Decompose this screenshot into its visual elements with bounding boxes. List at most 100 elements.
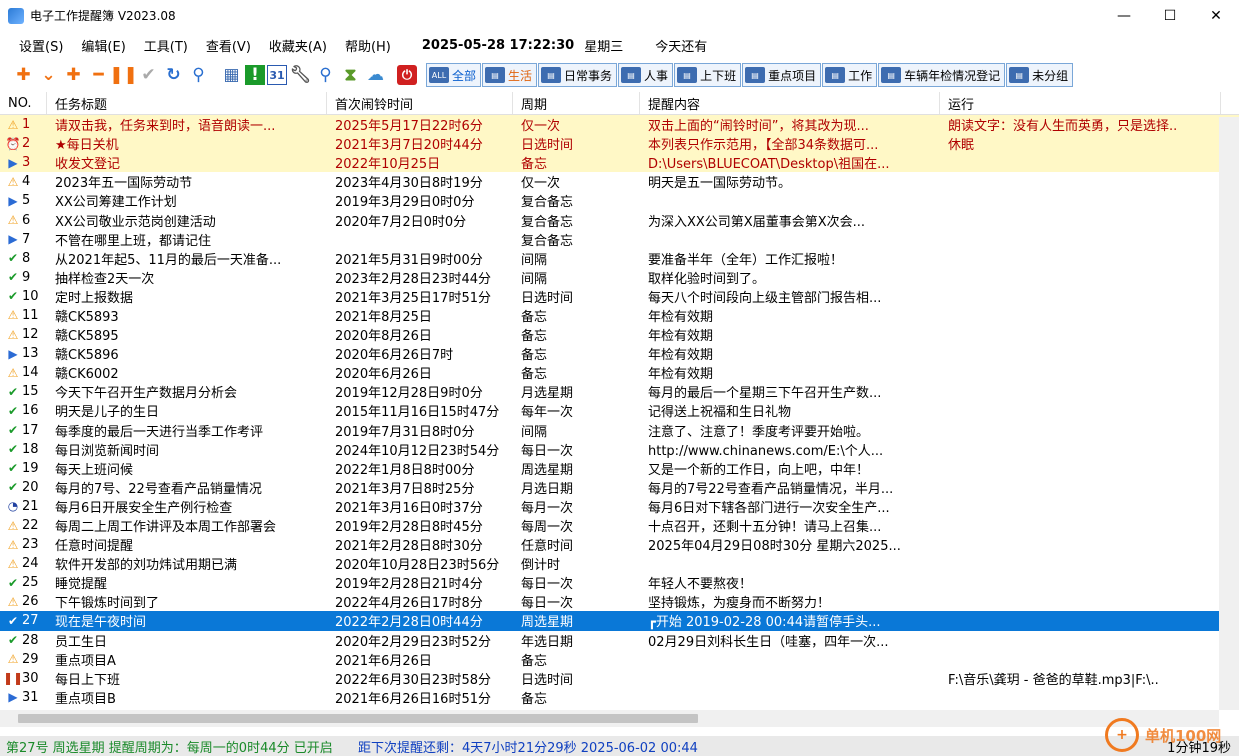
group-ungrouped-button[interactable]: ▤ 未分组 bbox=[1006, 63, 1074, 87]
cell-content: 年检有效期 bbox=[648, 329, 714, 345]
close-button[interactable]: ✕ bbox=[1193, 0, 1239, 31]
task-list: ⚠ 1 请双击我，任务来到时，语音朗读一... 2025年5月17日22时6分 仅一次双… bbox=[0, 115, 1239, 710]
table-row[interactable]: ✔ 16 明天是儿子的生日 2015年11月16日15时47分 每年一次 记得送上祝福和生… bbox=[0, 401, 1239, 420]
table-row[interactable]: ⚠ 14 赣CK6002 2020年6月26日 备忘 年检有效期 bbox=[0, 363, 1239, 382]
table-row[interactable]: ⚠ 23 任意时间提醒 2021年2月28日8时30分 任意时间 2025年04月29日0… bbox=[0, 535, 1239, 554]
table-row[interactable]: ⚠ 29 重点项目A 2021年6月26日 备忘 bbox=[0, 650, 1239, 669]
cell-no: ✔ 15 bbox=[0, 384, 47, 399]
group-all-button[interactable]: ALL 全部 bbox=[426, 63, 482, 87]
table-row[interactable]: ✔ 20 每月的7号、22号查看产品销量情况 2021年3月7日8时25分 月选日期 每月… bbox=[0, 478, 1239, 497]
group-label: 未分组 bbox=[1032, 68, 1069, 83]
cell-no: ✔ 8 bbox=[0, 251, 47, 266]
play-icon: ▶ bbox=[8, 155, 18, 170]
row-number: 20 bbox=[22, 479, 39, 495]
cell-run: F:\音乐\龚玥 - 爸爸的草鞋.mp3|F:\.. bbox=[948, 672, 1159, 688]
cell-content: 2025年04月29日08时30分 星期六2025... bbox=[648, 539, 901, 555]
play-icon: ▶ bbox=[8, 193, 18, 208]
cell-time: 2021年6月26日16时51分 bbox=[335, 691, 491, 707]
group-icon: ▤ bbox=[485, 67, 506, 83]
month-calendar-icon[interactable]: 31 bbox=[267, 65, 287, 85]
row-number: 3 bbox=[22, 155, 31, 171]
table-row[interactable]: ⏰ 2 ★每日关机 2021年3月7日20时44分 日选时间 本列表只作示范用，【全部34… bbox=[0, 134, 1239, 154]
table-row[interactable]: ▶ 3 收发文登记 2022年10月25日 备忘 D:\Users\BLUECOAT\De… bbox=[0, 153, 1239, 173]
down-arrow-icon[interactable]: ⌄ bbox=[37, 64, 60, 87]
group-hr-button[interactable]: ▤ 人事 bbox=[618, 63, 674, 87]
column-header-run[interactable]: 运行 bbox=[940, 92, 1221, 114]
maximize-button[interactable]: ☐ bbox=[1147, 0, 1193, 31]
toolbar: ✚ ⌄ ✚ ━ ❚❚ ✔ ↻ ⚲ ▦ ! 31 🔧︎ ⚲ ⧗ ☁ ⏻ ALL 全部… bbox=[0, 60, 1239, 90]
cell-title: 赣CK6002 bbox=[55, 367, 119, 383]
hourglass-icon[interactable]: ⧗ bbox=[339, 64, 362, 87]
cell-cycle: 备忘 bbox=[521, 309, 548, 325]
scrollbar-thumb[interactable] bbox=[18, 714, 698, 723]
table-row[interactable]: ✔ 27 现在是午夜时间 2022年2月28日0时44分 周选星期 ┏开始 2019-02… bbox=[0, 611, 1239, 631]
table-row[interactable]: ⚠ 1 请双击我，任务来到时，语音朗读一... 2025年5月17日22时6分 仅一次 双… bbox=[0, 115, 1239, 135]
table-row[interactable]: ✔ 18 每日浏览新闻时间 2024年10月12日23时54分 每日一次 http://w… bbox=[0, 440, 1239, 459]
table-row[interactable]: ✔ 17 每季度的最后一天进行当季工作考评 2019年7月31日8时0分 间隔 注意了、注… bbox=[0, 421, 1239, 440]
table-row[interactable]: ✔ 19 每天上班问候 2022年1月8日8时00分 周选星期 又是一个新的工作日，向上吧… bbox=[0, 459, 1239, 478]
cell-cycle: 日选时间 bbox=[521, 290, 574, 306]
menu-help[interactable]: 帮助(H) bbox=[336, 36, 400, 55]
search-icon[interactable]: ⚲ bbox=[187, 64, 210, 87]
table-row[interactable]: ⚠ 11 赣CK5893 2021年8月25日 备忘 年检有效期 bbox=[0, 306, 1239, 325]
group-label: 日常事务 bbox=[564, 68, 613, 83]
cell-cycle: 日选时间 bbox=[521, 138, 574, 154]
menu-tools[interactable]: 工具(T) bbox=[135, 36, 197, 55]
menu-view[interactable]: 查看(V) bbox=[197, 36, 260, 55]
wrench-icon[interactable]: 🔧︎ bbox=[289, 64, 312, 87]
pause-icon[interactable]: ❚❚ bbox=[109, 64, 138, 87]
group-daily-button[interactable]: ▤ 日常事务 bbox=[538, 63, 618, 87]
table-row[interactable]: ▶ 13 赣CK5896 2020年6月26日7时 备忘 年检有效期 bbox=[0, 344, 1239, 363]
cell-time: 2020年8月26日 bbox=[335, 329, 432, 345]
table-row[interactable]: ⚠ 26 下午锻炼时间到了 2022年4月26日17时8分 每日一次 坚持锻炼，为瘦身而不… bbox=[0, 592, 1239, 611]
row-number: 11 bbox=[22, 307, 39, 323]
table-row[interactable]: ✔ 15 今天下午召开生产数据月分析会 2019年12月28日9时0分 月选星期 每月的最… bbox=[0, 382, 1239, 401]
column-header-time[interactable]: 首次闹铃时间 bbox=[327, 92, 513, 114]
group-vehicle-button[interactable]: ▤ 车辆年检情况登记 bbox=[878, 63, 1006, 87]
magnify-doc-icon[interactable]: ⚲ bbox=[314, 64, 337, 87]
menu-settings[interactable]: 设置(S) bbox=[10, 36, 72, 55]
remove-icon[interactable]: ━ bbox=[87, 64, 110, 87]
weather-icon[interactable]: ☁ bbox=[364, 64, 387, 87]
table-row[interactable]: ✔ 8 从2021年起5、11月的最后一天准备... 2021年5月31日9时00分 间… bbox=[0, 249, 1239, 268]
table-row[interactable]: ▶ 31 重点项目B 2021年6月26日16时51分 备忘 bbox=[0, 688, 1239, 707]
calendar-icon[interactable]: ▦ bbox=[220, 64, 243, 87]
vertical-scrollbar[interactable] bbox=[1219, 117, 1239, 710]
add-icon[interactable]: ✚ bbox=[12, 64, 35, 87]
minimize-button[interactable]: — bbox=[1101, 0, 1147, 31]
table-row[interactable]: ⚠ 12 赣CK5895 2020年8月26日 备忘 年检有效期 bbox=[0, 325, 1239, 344]
column-header-cycle[interactable]: 周期 bbox=[513, 92, 640, 114]
column-header-title[interactable]: 任务标题 bbox=[47, 92, 327, 114]
table-row[interactable]: ▶ 5 XX公司筹建工作计划 2019年3月29日0时0分 复合备忘 bbox=[0, 191, 1239, 210]
alert-icon[interactable]: ! bbox=[245, 65, 265, 85]
table-row[interactable]: ✔ 10 定时上报数据 2021年3月25日17时51分 日选时间 每天八个时间段向上级主… bbox=[0, 287, 1239, 306]
table-row[interactable]: ✔ 28 员工生日 2020年2月29日23时52分 年选日期 02月29日刘科长生日（哇… bbox=[0, 631, 1239, 650]
group-life-button[interactable]: ▤ 生活 bbox=[482, 63, 538, 87]
cell-no: ❚❚ 30 bbox=[0, 671, 47, 686]
redo-icon[interactable]: ↻ bbox=[162, 64, 185, 87]
table-row[interactable]: ⚠ 6 XX公司敬业示范岗创建活动 2020年7月2日0时0分 复合备忘 为深入XX公司… bbox=[0, 210, 1239, 230]
add-child-icon[interactable]: ✚ bbox=[62, 64, 85, 87]
group-key-projects-button[interactable]: ▤ 重点项目 bbox=[742, 63, 822, 87]
table-row[interactable]: ⚠ 4 2023年五一国际劳动节 2023年4月30日8时19分 仅一次 明天是五一国际劳… bbox=[0, 172, 1239, 191]
cell-no: ⚠ 26 bbox=[0, 594, 47, 609]
menu-edit[interactable]: 编辑(E) bbox=[72, 36, 134, 55]
column-header-no[interactable]: NO. bbox=[0, 92, 47, 114]
group-commute-button[interactable]: ▤ 上下班 bbox=[674, 63, 742, 87]
table-row[interactable]: ✔ 9 抽样检查2天一次 2023年2月28日23时44分 间隔 取样化验时间到了。 bbox=[0, 268, 1239, 287]
horizontal-scrollbar[interactable] bbox=[0, 710, 1219, 727]
table-row[interactable]: ✔ 25 睡觉提醒 2019年2月28日21时4分 每日一次 年轻人不要熬夜！ bbox=[0, 573, 1239, 592]
table-row[interactable]: ❚❚ 30 每日上下班 2022年6月30日23时58分 日选时间 F:\音乐\龚玥 - … bbox=[0, 669, 1239, 688]
table-row[interactable]: ▶ 7 不管在哪里上班，都请记住 复合备忘 bbox=[0, 230, 1239, 249]
column-header-content[interactable]: 提醒内容 bbox=[640, 92, 940, 114]
check-icon[interactable]: ✔ bbox=[137, 64, 160, 87]
power-icon[interactable]: ⏻ bbox=[397, 65, 417, 85]
group-label: 重点项目 bbox=[768, 68, 817, 83]
group-work-button[interactable]: ▤ 工作 bbox=[822, 63, 878, 87]
menu-favorites[interactable]: 收藏夹(A) bbox=[260, 36, 336, 55]
table-row[interactable]: ⚠ 22 每周二上周工作讲评及本周工作部署会 2019年2月28日8时45分 每周一次 十… bbox=[0, 516, 1239, 535]
table-row[interactable]: ◔ 21 每月6日开展安全生产例行检查 2021年3月16日0时37分 每月一次 每月6日… bbox=[0, 497, 1239, 516]
row-number: 27 bbox=[22, 613, 39, 629]
cell-time: 2022年10月25日 bbox=[335, 157, 441, 173]
table-row[interactable]: ⚠ 24 软件开发部的刘功炜试用期已满 2020年10月28日23时56分 倒计时 bbox=[0, 554, 1239, 573]
